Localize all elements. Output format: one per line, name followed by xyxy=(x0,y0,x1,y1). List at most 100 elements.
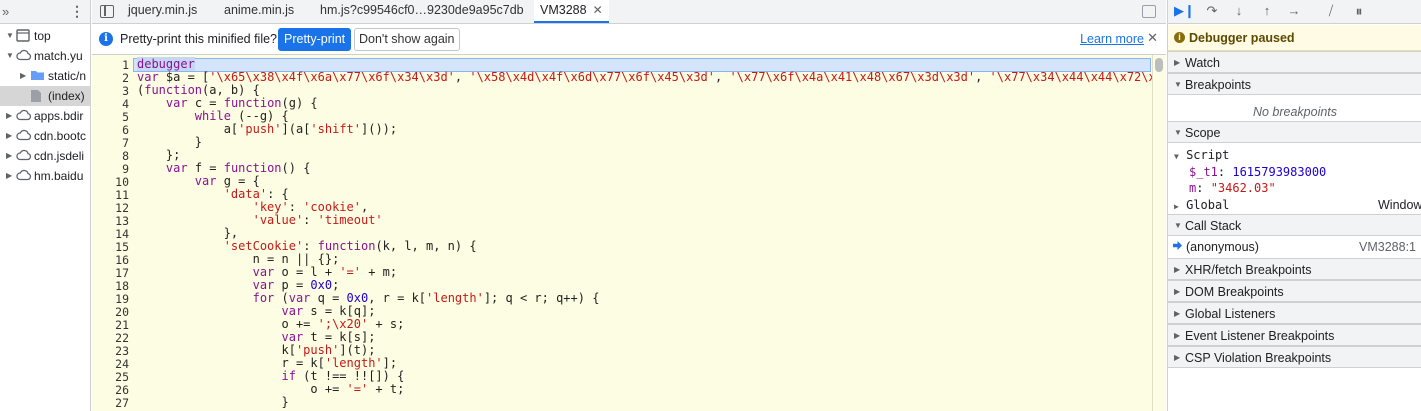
call-stack-frame[interactable]: (anonymous) VM3288:1 xyxy=(1168,237,1421,257)
variable-name: m xyxy=(1189,181,1197,195)
expand-arrow-icon[interactable]: ▶ xyxy=(6,131,14,140)
current-frame-arrow-icon xyxy=(1173,241,1182,250)
dont-show-again-button[interactable]: Don't show again xyxy=(354,28,460,51)
tree-item[interactable]: ▶ cdn.bootc xyxy=(0,126,90,146)
code-lines: debugger var $a = ['\x65\x38\x4f\x6a\x77\… xyxy=(137,57,1156,409)
tree-item[interactable]: ▶ apps.bdir xyxy=(0,106,90,126)
paused-label: Debugger paused xyxy=(1189,31,1295,45)
scope-variable-m[interactable]: m: "3462.03" xyxy=(1189,181,1421,195)
step-icon[interactable]: → xyxy=(1285,3,1303,18)
code-line: } xyxy=(137,395,289,409)
collapse-arrow-icon: ▼ xyxy=(1174,80,1182,89)
section-title: XHR/fetch Breakpoints xyxy=(1185,263,1312,277)
tab-anime[interactable]: anime.min.js xyxy=(218,0,300,23)
scope-script-label: Script xyxy=(1186,148,1230,162)
tree-item-label: top xyxy=(34,29,51,43)
frame-name: (anonymous) xyxy=(1186,240,1259,254)
deactivate-breakpoints-icon[interactable]: ⧸ xyxy=(1322,3,1340,19)
learn-more-link[interactable]: Learn more xyxy=(1080,32,1144,46)
tree-item-label: cdn.bootc xyxy=(34,129,87,143)
toggle-navigator-icon[interactable] xyxy=(100,5,114,18)
code-line: 'value': 'timeout' xyxy=(252,213,383,227)
scope-script[interactable]: ▼ Script xyxy=(1174,148,1421,162)
tree-item[interactable]: ▼ top xyxy=(0,26,90,46)
devtools-sources-panel: » ⋮ ▼ top ▼ match.yu ▶ static/n (index) ▶ apps.b… xyxy=(0,0,1421,411)
frame-location[interactable]: VM3288:1 xyxy=(1359,240,1416,254)
expand-arrow-icon[interactable]: ▶ xyxy=(20,71,28,80)
expand-arrow-icon: ▶ xyxy=(1174,309,1181,318)
tree-item-label: cdn.jsdeli xyxy=(34,149,85,163)
close-icon[interactable]: ✕ xyxy=(1147,30,1158,46)
variable-value: "3462.03" xyxy=(1210,181,1276,195)
expand-arrow-icon[interactable]: ▶ xyxy=(6,111,14,120)
navigator-toolbar: » ⋮ xyxy=(0,0,90,24)
tree-item[interactable]: ▶ static/n xyxy=(0,66,90,86)
no-breakpoints-text: No breakpoints xyxy=(1252,105,1338,119)
expand-arrow-icon[interactable]: ▶ xyxy=(6,151,14,160)
collapse-arrow-icon[interactable]: ▼ xyxy=(6,51,14,60)
section-xhr-breakpoints[interactable]: ▶ XHR/fetch Breakpoints xyxy=(1168,258,1421,280)
cloud-icon xyxy=(16,109,32,124)
variable-name: $_t1 xyxy=(1189,165,1218,179)
section-event-listener-breakpoints[interactable]: ▶ Event Listener Breakpoints xyxy=(1168,324,1421,346)
section-call-stack[interactable]: ▼ Call Stack xyxy=(1168,214,1421,236)
section-title: Breakpoints xyxy=(1185,78,1252,92)
line-number[interactable]: 27 xyxy=(92,397,129,410)
debugger-toolbar: ▶❙ ↷ ↓ ↑ → ⧸ ⏸ xyxy=(1168,0,1421,24)
expand-arrow-icon: ▶ xyxy=(1174,202,1179,211)
tab-vm3288[interactable]: VM3288 ✕ xyxy=(534,0,609,23)
pause-on-exceptions-icon[interactable]: ⏸ xyxy=(1350,3,1368,20)
tab-label: VM3288 xyxy=(540,3,587,17)
line-number-gutter[interactable]: 1 2 3 4 5 6 7 8 9 10 11 12 13 14 15 16 17 18 19 20 21 22 23 24 2… xyxy=(92,55,133,411)
toggle-debugger-icon[interactable] xyxy=(1142,5,1156,18)
step-into-icon[interactable]: ↓ xyxy=(1230,3,1248,18)
tree-item[interactable]: (index) xyxy=(0,86,90,106)
debugger-sidebar: ▶❙ ↷ ↓ ↑ → ⧸ ⏸ i Debugger paused ▶ Watch … xyxy=(1167,0,1421,411)
collapse-arrow-icon: ▼ xyxy=(1174,221,1182,230)
section-title: Watch xyxy=(1185,56,1220,70)
section-title: Event Listener Breakpoints xyxy=(1185,329,1335,343)
close-tab-icon[interactable]: ✕ xyxy=(593,3,603,17)
code-line: var f = function() { xyxy=(165,161,311,175)
code-editor[interactable]: 1 2 3 4 5 6 7 8 9 10 11 12 13 14 15 16 17 18 19 20 21 22 23 24 2… xyxy=(92,55,1166,411)
collapse-arrow-icon[interactable]: ▼ xyxy=(6,31,14,40)
tab-jquery[interactable]: jquery.min.js xyxy=(122,0,203,23)
pretty-print-button[interactable]: Pretty-print xyxy=(278,28,352,51)
tab-label: anime.min.js xyxy=(224,3,295,17)
scope-global-label: Global xyxy=(1186,198,1230,212)
cloud-icon xyxy=(16,49,32,64)
scope-variable-t1[interactable]: $_t1: 1615793983000 xyxy=(1189,165,1421,179)
tree-item[interactable]: ▶ cdn.jsdeli xyxy=(0,146,90,166)
variable-value: 1615793983000 xyxy=(1232,165,1327,179)
section-title: DOM Breakpoints xyxy=(1185,285,1284,299)
expand-arrow-icon: ▶ xyxy=(1174,58,1181,67)
resume-icon[interactable]: ▶❙ xyxy=(1174,3,1195,19)
section-breakpoints[interactable]: ▼ Breakpoints xyxy=(1168,73,1421,95)
cloud-icon xyxy=(16,129,32,144)
expand-arrow-icon: ▶ xyxy=(1174,287,1181,296)
expand-arrow-icon[interactable]: ▶ xyxy=(6,171,14,180)
infobar-message: Pretty-print this minified file? xyxy=(120,32,278,46)
section-dom-breakpoints[interactable]: ▶ DOM Breakpoints xyxy=(1168,280,1421,302)
section-csp-violation-breakpoints[interactable]: ▶ CSP Violation Breakpoints xyxy=(1168,346,1421,368)
scrollbar-thumb[interactable] xyxy=(1155,58,1163,72)
tree-item[interactable]: ▼ match.yu xyxy=(0,46,90,66)
scope-global[interactable]: ▶ Global Window xyxy=(1174,198,1421,212)
section-scope[interactable]: ▼ Scope xyxy=(1168,121,1421,143)
pretty-print-infobar: i Pretty-print this minified file? Prett… xyxy=(92,24,1166,55)
tree-item[interactable]: ▶ hm.baidu xyxy=(0,166,90,186)
section-watch[interactable]: ▶ Watch xyxy=(1168,51,1421,73)
kebab-menu-icon[interactable]: ⋮ xyxy=(70,3,84,20)
cloud-icon xyxy=(16,149,32,164)
cloud-icon xyxy=(16,169,32,184)
vertical-scrollbar[interactable] xyxy=(1152,55,1166,411)
section-title: CSP Violation Breakpoints xyxy=(1185,351,1332,365)
section-global-listeners[interactable]: ▶ Global Listeners xyxy=(1168,302,1421,324)
step-out-icon[interactable]: ↑ xyxy=(1258,3,1276,18)
tab-hm[interactable]: hm.js?c99546cf0…9230de9a95c7db xyxy=(314,0,530,23)
expand-arrow-icon: ▶ xyxy=(1174,265,1181,274)
step-over-icon[interactable]: ↷ xyxy=(1203,3,1221,19)
tab-label: jquery.min.js xyxy=(128,3,198,17)
more-tabs-icon[interactable]: » xyxy=(2,4,9,19)
pause-info-icon: i xyxy=(1174,32,1185,43)
